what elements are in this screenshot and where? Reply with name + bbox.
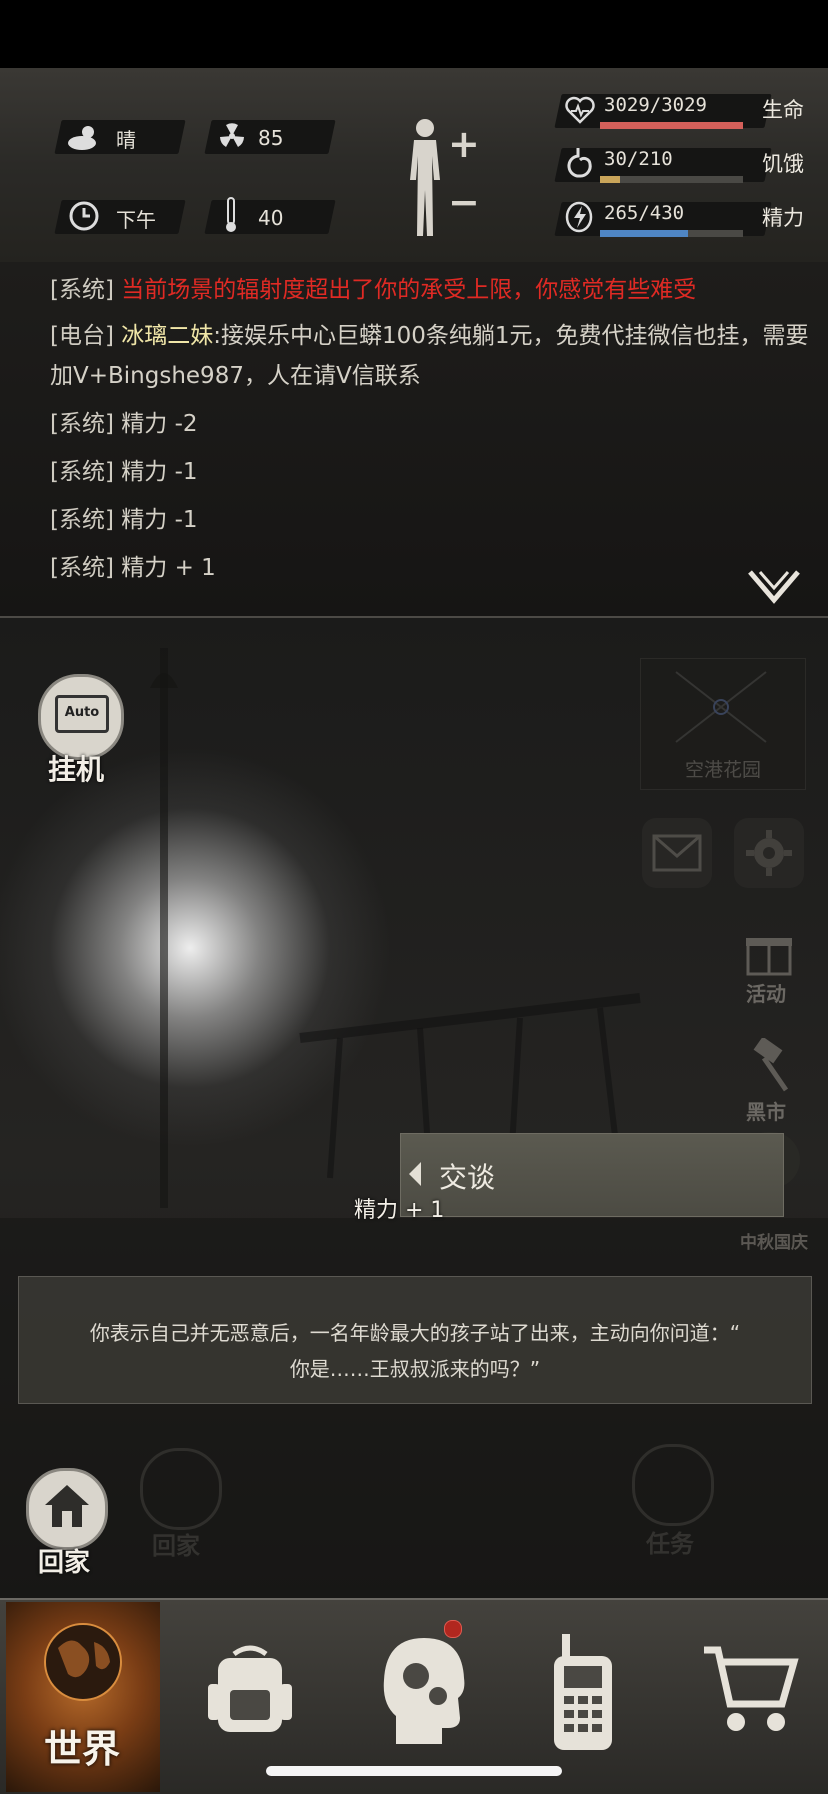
heart-icon <box>565 96 595 124</box>
log-entry: [系统] 精力 -1 <box>50 500 198 540</box>
energy-bar <box>600 230 743 237</box>
stats-panel: 晴 85 下午 40 + − 3029/3029 生命 30/210 饥饿 26… <box>0 68 828 264</box>
minimap-map <box>675 671 767 743</box>
log-tag: [系统] <box>50 411 114 437</box>
nav-world-label: 世界 <box>44 1727 121 1771</box>
temperature-value: 40 <box>258 206 284 230</box>
envelope-icon <box>652 834 702 872</box>
globe-icon <box>44 1623 122 1701</box>
mail-button[interactable] <box>642 818 712 888</box>
home-button[interactable] <box>26 1468 108 1550</box>
gavel-icon[interactable] <box>742 1038 796 1098</box>
log-text: 精力 -1 <box>121 507 198 533</box>
log-tag: [系统] <box>50 459 114 485</box>
gear-icon <box>746 830 792 876</box>
caret-left-icon <box>409 1162 421 1186</box>
skills-head-icon[interactable] <box>376 1632 472 1748</box>
log-entry: [系统] 当前场景的辐射度超出了你的承受上限，你感觉有些难受 <box>50 270 696 310</box>
talk-label: 交谈 <box>439 1161 496 1194</box>
home-label: 回家 <box>38 1548 91 1578</box>
log-tag: [系统] <box>50 507 114 533</box>
settings-button[interactable] <box>734 818 804 888</box>
health-label: 生命 <box>762 98 804 122</box>
task-label[interactable]: 任务 <box>646 1524 694 1559</box>
task-icon[interactable] <box>632 1444 714 1526</box>
status-bar <box>0 0 828 68</box>
faded-home-label: 回家 <box>152 1532 200 1560</box>
dialog-box[interactable]: 你表示自己并无恶意后，一名年龄最大的孩子站了出来，主动向你问道：“ 你是……王叔… <box>18 1276 812 1404</box>
hunger-bar-fill <box>600 176 621 183</box>
home-indicator[interactable] <box>266 1766 562 1776</box>
body-figure-icon[interactable] <box>400 116 450 240</box>
body-minus-icon[interactable]: − <box>448 180 480 224</box>
thermometer-icon <box>226 197 236 232</box>
energy-icon <box>565 201 593 233</box>
log-text: 当前场景的辐射度超出了你的承受上限，你感觉有些难受 <box>121 277 697 303</box>
log-entry: [系统] 精力 + 1 <box>50 548 216 588</box>
black-market-label[interactable]: 黑市 <box>746 1096 786 1125</box>
gift-icon[interactable] <box>744 928 794 976</box>
sun-cloud-icon <box>68 126 96 150</box>
dialog-line-2: 你是……王叔叔派来的吗？” <box>289 1357 541 1381</box>
event-label[interactable]: 活动 <box>746 978 786 1007</box>
collapse-log-icon[interactable] <box>746 568 802 604</box>
energy-value: 265/430 <box>604 202 685 224</box>
log-entry: [电台] 冰璃二妹:接娱乐中心巨蟒100条纯躺1元，免费代挂微信也挂，需要 <box>50 316 809 356</box>
log-continuation: 加V+Bingshe987，人在请V信联系 <box>50 363 421 389</box>
log-entry: [系统] 精力 -2 <box>50 404 198 444</box>
log-tag: [系统] <box>50 277 114 303</box>
log-text: 精力 -1 <box>121 459 198 485</box>
floating-stat-change: 精力 + 1 <box>354 1198 445 1223</box>
minimap-location: 空港花园 <box>684 759 761 781</box>
faded-home-icon <box>140 1448 222 1530</box>
minimap[interactable]: 空港花园 <box>640 658 806 790</box>
auto-label: 挂机 <box>48 753 105 786</box>
health-bar-fill <box>600 122 743 129</box>
log-text: 精力 -2 <box>121 411 198 437</box>
message-log[interactable]: [系统] 当前场景的辐射度超出了你的承受上限，你感觉有些难受 [电台] 冰璃二妹… <box>0 262 828 618</box>
energy-bar-fill <box>600 230 689 237</box>
game-scene[interactable]: Auto 挂机 空港花园 活动 黑市 中秋国庆 回家 任务 <box>0 618 828 1598</box>
hunger-bar <box>600 176 743 183</box>
backpack-icon[interactable] <box>204 1640 296 1738</box>
walkie-talkie-icon[interactable] <box>548 1632 618 1752</box>
log-entry: [系统] 精力 -1 <box>50 452 198 492</box>
time-label: 下午 <box>116 208 156 232</box>
house-icon <box>45 1485 89 1527</box>
hunger-label: 饥饿 <box>762 152 804 176</box>
energy-label: 精力 <box>762 206 804 230</box>
log-text: :接娱乐中心巨蟒100条纯躺1元，免费代挂微信也挂，需要 <box>213 323 809 349</box>
radiation-value: 85 <box>258 126 284 150</box>
clock-icon <box>69 201 99 231</box>
talk-button[interactable]: 交谈 <box>400 1133 784 1217</box>
shopping-cart-icon[interactable] <box>700 1642 800 1738</box>
stomach-icon <box>567 148 592 178</box>
festival-label[interactable]: 中秋国庆 <box>740 1228 808 1253</box>
dialog-line-1: 你表示自己并无恶意后，一名年龄最大的孩子站了出来，主动向你问道：“ <box>89 1321 741 1345</box>
health-value: 3029/3029 <box>604 94 707 116</box>
log-text: 精力 + 1 <box>121 555 216 581</box>
notification-badge <box>444 1620 462 1638</box>
log-tag: [电台] <box>50 323 114 349</box>
log-speaker[interactable]: 冰璃二妹 <box>121 323 213 349</box>
body-plus-icon[interactable]: + <box>448 122 480 166</box>
health-bar <box>600 122 743 129</box>
radiation-icon <box>220 123 244 147</box>
hunger-value: 30/210 <box>604 148 673 170</box>
log-tag: [系统] <box>50 555 114 581</box>
weather-label: 晴 <box>116 128 136 152</box>
nav-world-tab[interactable]: 世界 <box>6 1602 160 1792</box>
auto-icon: Auto <box>55 695 109 733</box>
